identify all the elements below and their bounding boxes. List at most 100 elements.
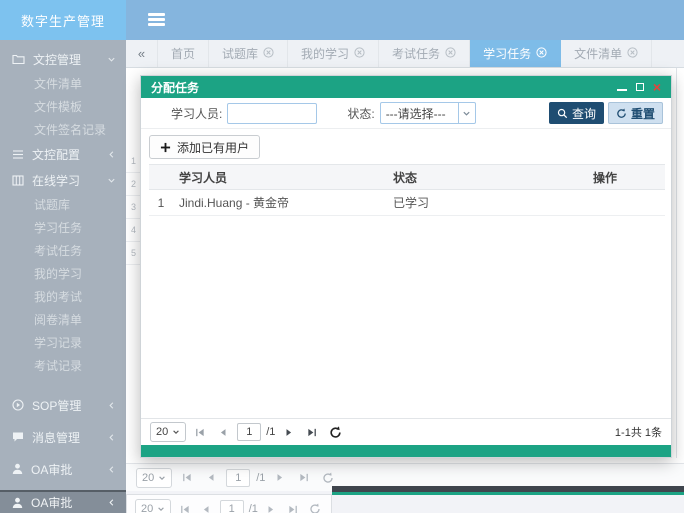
close-icon[interactable]: × xyxy=(653,80,661,94)
refresh-icon[interactable] xyxy=(326,424,344,440)
sidebar-item-my-learning[interactable]: 我的学习 xyxy=(0,262,126,285)
status-filter-label: 状态: xyxy=(347,105,374,122)
prev-page-button[interactable] xyxy=(214,424,232,440)
tab-learning-task[interactable]: 学习任务 xyxy=(470,40,561,67)
sidebar-item-question-bank[interactable]: 试题库 xyxy=(0,193,126,216)
header-status: 状态 xyxy=(387,165,587,190)
dialog-toolbar: 添加已有用户 xyxy=(141,129,671,164)
dialog-bottom-bar xyxy=(141,445,671,457)
close-icon[interactable] xyxy=(354,47,365,61)
table-header-row: 学习人员 状态 操作 xyxy=(149,165,665,190)
row-index: 1 xyxy=(149,190,173,216)
sidebar-item-marking-list[interactable]: 阅卷清单 xyxy=(0,308,126,331)
chevron-left-icon xyxy=(107,401,116,410)
close-icon[interactable] xyxy=(263,47,274,61)
close-icon[interactable] xyxy=(445,47,456,61)
clipped-pagination-bar: 20 /1 xyxy=(126,494,332,513)
person-filter-input[interactable] xyxy=(227,103,317,124)
app-window: 数字生产管理 文控管理 文件清单 文件模板 文件签名记录 文控配置 在线学习 试… xyxy=(0,0,684,513)
table-row: 1 Jindi.Huang - 黄金帝 已学习 xyxy=(149,190,665,216)
chevron-down-icon xyxy=(172,428,180,436)
tab-file-list[interactable]: 文件清单 xyxy=(561,40,652,67)
chevron-left-icon xyxy=(107,498,116,507)
underlying-divider xyxy=(676,68,677,458)
chevron-left-icon xyxy=(107,150,116,159)
chevron-down-icon xyxy=(458,103,475,123)
user-icon xyxy=(12,463,23,475)
next-page-button[interactable] xyxy=(271,470,289,486)
maximize-icon[interactable] xyxy=(636,83,644,91)
minimize-icon[interactable] xyxy=(617,83,627,91)
prev-page-button[interactable] xyxy=(202,470,220,486)
first-page-button[interactable] xyxy=(191,424,209,440)
total-pages-label: /1 xyxy=(256,472,265,484)
first-page-button[interactable] xyxy=(176,501,193,513)
grid-icon xyxy=(12,175,24,186)
sidebar-item-learning-record[interactable]: 学习记录 xyxy=(0,331,126,354)
sidebar-item-file-list[interactable]: 文件清单 xyxy=(0,72,126,95)
first-page-button[interactable] xyxy=(178,470,196,486)
total-pages-label: /1 xyxy=(266,426,275,438)
sidebar-item-message[interactable]: 消息管理 xyxy=(0,421,126,453)
close-icon[interactable] xyxy=(627,47,638,61)
assign-task-dialog: 分配任务 × 学习人员: 状态: ---请选择--- 查询 重置 xyxy=(140,75,672,458)
folder-icon xyxy=(12,53,25,65)
header-index xyxy=(149,165,173,190)
query-button[interactable]: 查询 xyxy=(549,102,604,124)
top-header: 数字生产管理 xyxy=(0,0,684,40)
refresh-icon[interactable] xyxy=(306,501,323,513)
page-number-input[interactable] xyxy=(226,469,250,487)
search-icon xyxy=(557,108,568,119)
row-status: 已学习 xyxy=(387,190,587,216)
sidebar-item-file-sign-record[interactable]: 文件签名记录 xyxy=(0,118,126,141)
last-page-button[interactable] xyxy=(295,470,313,486)
close-icon[interactable] xyxy=(536,47,547,61)
sidebar-item-doc-config[interactable]: 文控配置 xyxy=(0,141,126,167)
assign-task-table: 学习人员 状态 操作 1 Jindi.Huang - 黄金帝 已学习 xyxy=(149,164,665,216)
menu-icon[interactable] xyxy=(148,13,165,27)
add-existing-user-button[interactable]: 添加已有用户 xyxy=(149,135,260,159)
page-size-select[interactable]: 20 xyxy=(135,499,171,513)
refresh-icon[interactable] xyxy=(319,470,337,486)
tab-exam-task[interactable]: 考试任务 xyxy=(379,40,470,67)
sidebar-item-oa-approval[interactable]: OA审批 xyxy=(0,453,126,485)
tab-home[interactable]: 首页 xyxy=(158,40,209,67)
chevron-down-icon xyxy=(107,55,116,64)
page-size-select[interactable]: 20 xyxy=(150,422,186,442)
refresh-icon xyxy=(616,108,627,119)
sidebar-item-learning-task[interactable]: 学习任务 xyxy=(0,216,126,239)
user-icon xyxy=(12,497,23,509)
sidebar: 文控管理 文件清单 文件模板 文件签名记录 文控配置 在线学习 试题库 学习任务… xyxy=(0,40,126,513)
page-size-select[interactable]: 20 xyxy=(136,468,172,488)
dialog-title: 分配任务 xyxy=(151,79,199,96)
sidebar-item-file-template[interactable]: 文件模板 xyxy=(0,95,126,118)
person-filter-label: 学习人员: xyxy=(171,105,222,122)
tabs-scroll-left-button[interactable]: « xyxy=(126,40,158,67)
sidebar-item-exam-task[interactable]: 考试任务 xyxy=(0,239,126,262)
total-pages-label: /1 xyxy=(249,503,258,513)
next-page-button[interactable] xyxy=(280,424,298,440)
next-page-button[interactable] xyxy=(263,501,280,513)
chevron-down-icon xyxy=(158,474,166,482)
sidebar-item-my-exam[interactable]: 我的考试 xyxy=(0,285,126,308)
page-number-input[interactable] xyxy=(220,500,244,513)
app-title: 数字生产管理 xyxy=(0,0,126,40)
sidebar-item-online-learning[interactable]: 在线学习 xyxy=(0,167,126,193)
sidebar-item-sop[interactable]: SOP管理 xyxy=(0,389,126,421)
last-page-button[interactable] xyxy=(303,424,321,440)
play-circle-icon xyxy=(12,399,24,411)
sidebar-item-exam-record[interactable]: 考试记录 xyxy=(0,354,126,377)
sidebar-item-oa-approval-bottom[interactable]: OA审批 xyxy=(0,490,126,513)
underlying-row-numbers: 1 2 3 4 5 xyxy=(126,150,141,265)
tab-question-bank[interactable]: 试题库 xyxy=(209,40,288,67)
reset-button[interactable]: 重置 xyxy=(608,102,663,124)
sidebar-item-doc-control[interactable]: 文控管理 xyxy=(0,46,126,72)
last-page-button[interactable] xyxy=(285,501,302,513)
dialog-pagination-bar: 20 /1 1-1共 1条 xyxy=(141,418,671,445)
status-filter-select[interactable]: ---请选择--- xyxy=(380,102,476,124)
header-action: 操作 xyxy=(587,165,665,190)
tab-my-learning[interactable]: 我的学习 xyxy=(288,40,379,67)
row-action xyxy=(587,190,665,216)
prev-page-button[interactable] xyxy=(198,501,215,513)
page-number-input[interactable] xyxy=(237,423,261,441)
